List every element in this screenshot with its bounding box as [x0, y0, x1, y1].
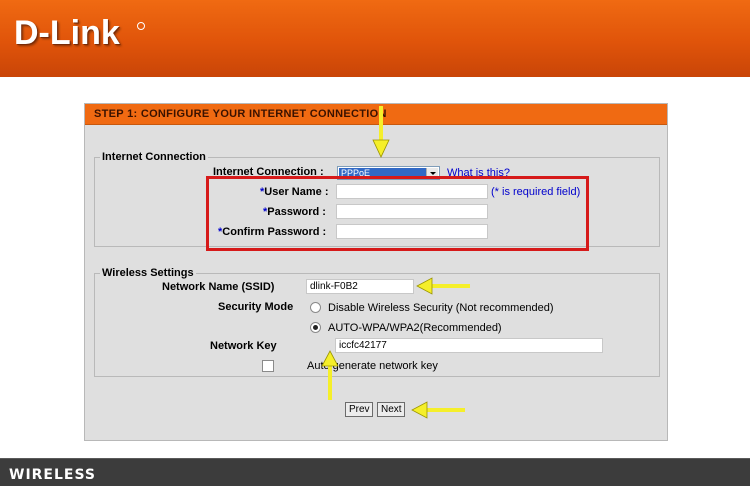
brand-logo: D-Link: [14, 14, 120, 52]
header-bar: D-Link: [0, 0, 750, 77]
wireless-settings-legend: Wireless Settings: [102, 267, 194, 279]
prev-button[interactable]: Prev: [345, 402, 373, 417]
ssid-label: Network Name (SSID): [162, 281, 275, 293]
footer-label: WIRELESS: [9, 467, 97, 483]
internet-connection-legend: Internet Connection: [102, 151, 206, 163]
network-key-input[interactable]: iccfc42177: [335, 338, 603, 353]
required-fields-highlight: [206, 176, 589, 251]
network-key-label: Network Key: [210, 340, 277, 352]
auto-wpa-label: AUTO-WPA/WPA2(Recommended): [328, 322, 502, 334]
arrow-pointer-icon: [416, 277, 470, 295]
arrow-pointer-icon: [372, 106, 390, 158]
auto-generate-key-checkbox[interactable]: [262, 360, 274, 372]
security-mode-label: Security Mode: [218, 301, 294, 313]
arrow-pointer-icon: [321, 350, 339, 400]
footer-bar: WIRELESS: [0, 458, 750, 486]
auto-wpa-radio[interactable]: [310, 322, 321, 333]
disable-security-label: Disable Wireless Security (Not recommend…: [328, 302, 554, 314]
registered-mark-icon: [137, 22, 145, 30]
step-title: STEP 1: CONFIGURE YOUR INTERNET CONNECTI…: [94, 108, 387, 120]
arrow-pointer-icon: [411, 401, 465, 419]
next-button[interactable]: Next: [377, 402, 405, 417]
disable-security-radio[interactable]: [310, 302, 321, 313]
ssid-input[interactable]: dlink-F0B2: [306, 279, 414, 294]
